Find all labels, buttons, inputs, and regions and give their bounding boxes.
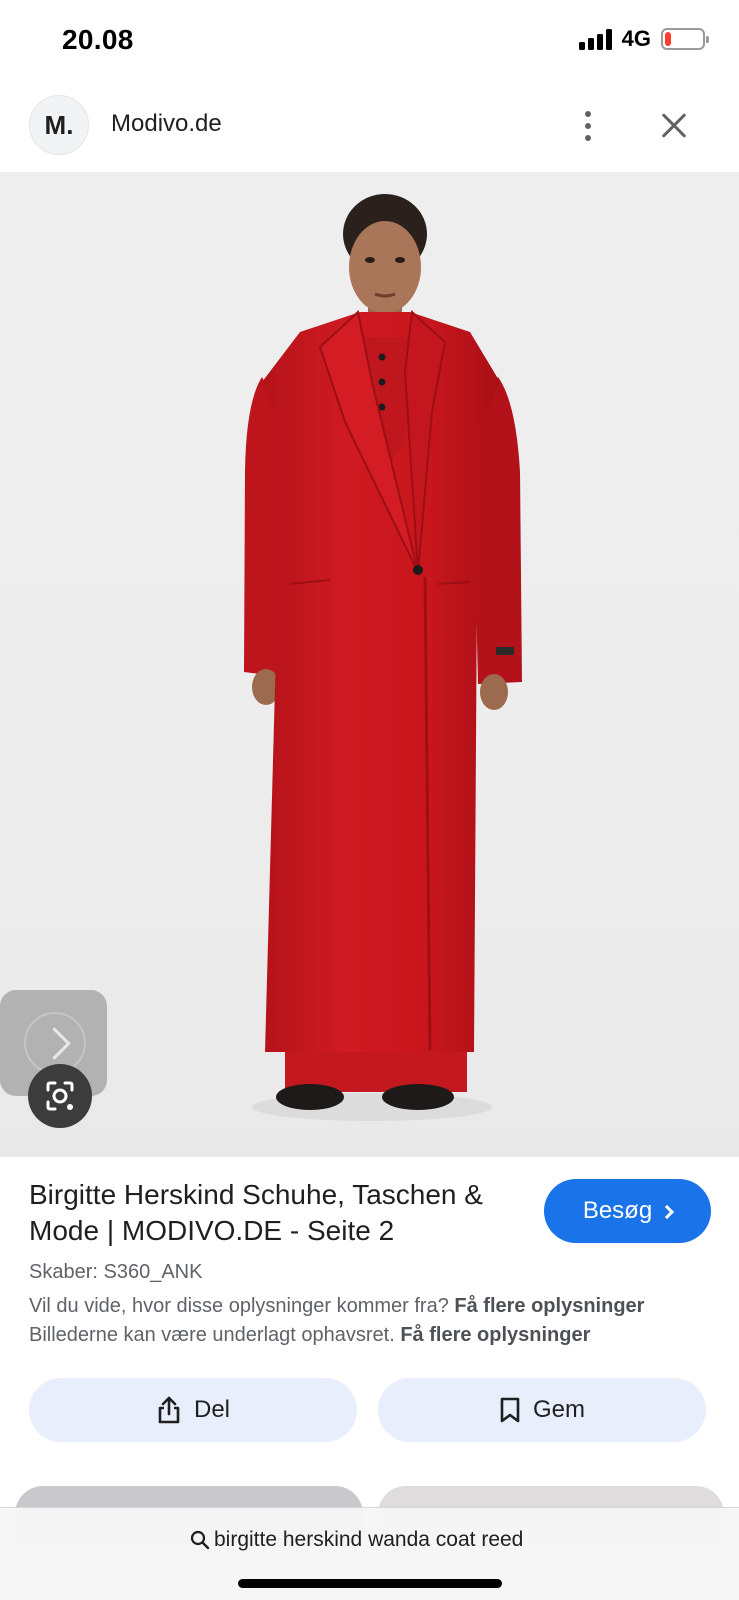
site-name[interactable]: Modivo.de bbox=[111, 110, 222, 138]
share-label: Del bbox=[193, 1396, 230, 1423]
bookmark-icon bbox=[500, 1397, 520, 1423]
more-vert-icon[interactable] bbox=[570, 104, 606, 148]
save-button[interactable]: Gem bbox=[378, 1378, 706, 1442]
close-icon[interactable] bbox=[654, 106, 694, 146]
status-time: 20.08 bbox=[62, 24, 134, 55]
learn-more-link[interactable]: Få flere oplysninger bbox=[454, 1295, 644, 1317]
search-icon bbox=[190, 1530, 210, 1550]
creator-credit: Skaber: S360_ANK bbox=[29, 1261, 203, 1283]
result-header: M. Modivo.de bbox=[0, 80, 739, 172]
model-red-coat-photo bbox=[244, 194, 522, 1121]
site-logo[interactable]: M. bbox=[29, 95, 89, 155]
status-bar: 20.08 4G bbox=[0, 0, 739, 80]
copyright-learn-more-link[interactable]: Få flere oplysninger bbox=[400, 1324, 590, 1346]
save-label: Gem bbox=[532, 1396, 585, 1423]
copyright-text: Billederne kan være underlagt ophavsret. bbox=[29, 1324, 395, 1346]
result-image[interactable] bbox=[0, 172, 739, 1157]
network-type: 4G bbox=[621, 26, 651, 51]
home-indicator[interactable] bbox=[238, 1579, 502, 1588]
search-query-button[interactable]: birgitte herskind wanda coat reed bbox=[190, 1528, 523, 1552]
google-lens-icon[interactable] bbox=[28, 1064, 92, 1128]
battery-level bbox=[665, 32, 671, 46]
share-icon bbox=[158, 1396, 180, 1424]
result-title[interactable]: Birgitte Herskind Schuhe, Taschen & Mode… bbox=[29, 1177, 519, 1249]
chevron-right-icon bbox=[660, 1204, 675, 1220]
status-indicators: 4G bbox=[578, 26, 709, 52]
visit-button[interactable]: Besøg bbox=[544, 1179, 711, 1243]
lens-glyph bbox=[46, 1081, 74, 1111]
info-source-line: Vil du vide, hvor disse oplysninger komm… bbox=[29, 1295, 644, 1318]
page: 20.08 4G M. Modivo.de Birgitte Herskind … bbox=[0, 0, 739, 1600]
copyright-line: Billederne kan være underlagt ophavsret.… bbox=[29, 1324, 590, 1347]
search-query: birgitte herskind wanda coat reed bbox=[214, 1528, 524, 1551]
bottom-search-bar: birgitte herskind wanda coat reed bbox=[0, 1507, 739, 1600]
visit-label: Besøg bbox=[582, 1197, 653, 1224]
share-button[interactable]: Del bbox=[29, 1378, 357, 1442]
signal-icon bbox=[578, 28, 612, 50]
battery-icon bbox=[661, 28, 709, 50]
info-question: Vil du vide, hvor disse oplysninger komm… bbox=[29, 1295, 449, 1317]
